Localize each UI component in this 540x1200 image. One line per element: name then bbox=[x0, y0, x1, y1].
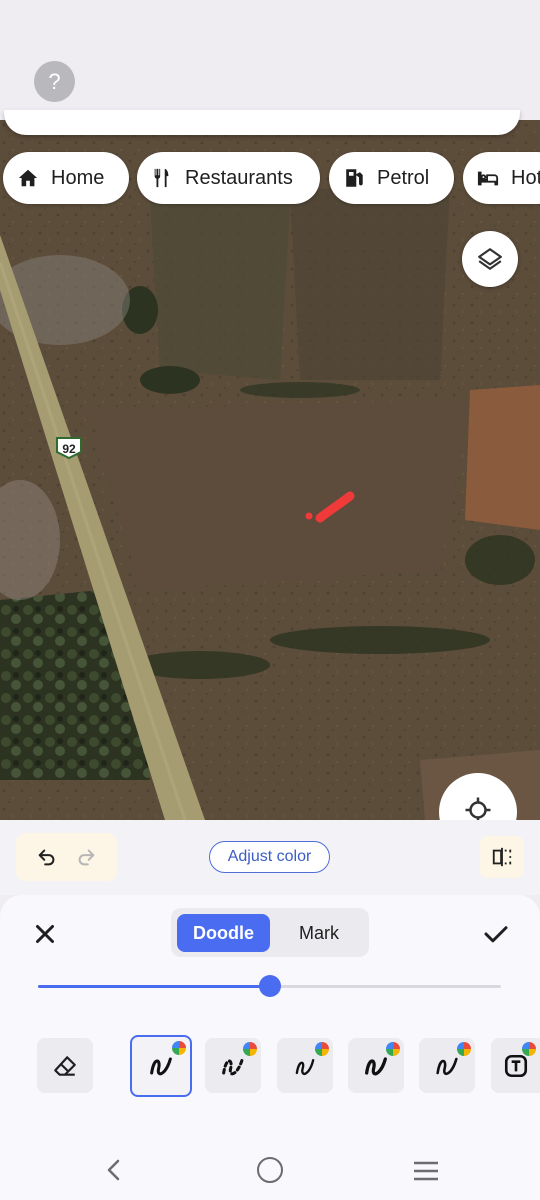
search-bar-edge[interactable] bbox=[4, 110, 520, 135]
chip-label: Home bbox=[51, 166, 105, 189]
pen-tool-4[interactable] bbox=[419, 1038, 475, 1093]
tab-doodle[interactable]: Doodle bbox=[177, 914, 270, 952]
pen-tool[interactable] bbox=[130, 1035, 192, 1097]
brush-size-slider[interactable] bbox=[38, 975, 501, 997]
help-label: ? bbox=[48, 68, 61, 94]
redo-icon[interactable] bbox=[75, 846, 97, 868]
hotel-icon bbox=[477, 171, 499, 186]
undo-icon[interactable] bbox=[36, 846, 58, 868]
eraser-icon bbox=[54, 1055, 76, 1076]
pen-tool-2[interactable] bbox=[277, 1038, 333, 1093]
adjust-color-label: Adjust color bbox=[227, 848, 312, 865]
chip-label: Restaurants bbox=[185, 166, 293, 189]
eraser-tool[interactable] bbox=[37, 1038, 93, 1093]
pen-stroke-icon bbox=[365, 1056, 387, 1075]
compare-button[interactable] bbox=[480, 836, 524, 878]
home-icon bbox=[18, 169, 38, 187]
tool-row bbox=[0, 1035, 540, 1099]
chip-petrol[interactable]: Petrol bbox=[329, 152, 454, 204]
adjust-color-button[interactable]: Adjust color bbox=[209, 841, 330, 873]
tab-mark[interactable]: Mark bbox=[274, 914, 364, 952]
slider-thumb[interactable] bbox=[258, 975, 281, 997]
back-icon[interactable] bbox=[103, 1158, 125, 1182]
road-shield-label: 92 bbox=[62, 442, 76, 456]
fuel-icon bbox=[346, 169, 363, 187]
undo-redo-group bbox=[16, 833, 117, 881]
dotted-pen-tool[interactable] bbox=[205, 1038, 261, 1093]
slider-fill bbox=[38, 985, 270, 988]
recent-apps-icon[interactable] bbox=[413, 1160, 439, 1182]
edit-toolbar: Adjust color bbox=[0, 820, 540, 895]
doodle-panel: Doodle Mark bbox=[0, 895, 540, 1140]
chip-restaurants[interactable]: Restaurants bbox=[137, 152, 320, 204]
chip-home[interactable]: Home bbox=[3, 152, 129, 204]
color-dot-icon bbox=[243, 1042, 257, 1056]
pen-tool-3[interactable] bbox=[348, 1038, 404, 1093]
home-nav-icon[interactable] bbox=[257, 1157, 283, 1183]
tab-doodle-label: Doodle bbox=[193, 922, 254, 943]
layers-icon bbox=[478, 248, 502, 270]
close-icon[interactable] bbox=[30, 919, 60, 949]
chip-label: Petrol bbox=[377, 166, 430, 189]
tab-mark-label: Mark bbox=[299, 922, 339, 943]
dotted-stroke-icon bbox=[222, 1056, 244, 1075]
color-dot-icon bbox=[172, 1041, 186, 1055]
pen-stroke-icon bbox=[436, 1057, 458, 1075]
compare-icon bbox=[492, 847, 512, 867]
help-button[interactable]: ? bbox=[34, 61, 75, 102]
color-dot-icon bbox=[457, 1042, 471, 1056]
category-chips: Home Restaurants Petrol Hot bbox=[0, 152, 540, 204]
color-dot-icon bbox=[315, 1042, 329, 1056]
satellite-map[interactable]: 92 bbox=[0, 120, 540, 820]
text-icon bbox=[504, 1054, 527, 1077]
restaurant-icon bbox=[154, 168, 169, 188]
system-navbar bbox=[0, 1140, 540, 1200]
text-tool[interactable] bbox=[491, 1038, 540, 1093]
color-dot-icon bbox=[522, 1042, 536, 1056]
pen-stroke-icon bbox=[150, 1057, 172, 1076]
pen-stroke-icon bbox=[295, 1058, 315, 1075]
chip-hotels[interactable]: Hot bbox=[463, 152, 540, 204]
check-icon[interactable] bbox=[481, 919, 511, 949]
mode-segmented-control: Doodle Mark bbox=[171, 908, 369, 957]
chip-label: Hot bbox=[511, 166, 540, 189]
top-bar: ? bbox=[0, 0, 540, 120]
color-dot-icon bbox=[386, 1042, 400, 1056]
layers-button[interactable] bbox=[462, 231, 518, 287]
